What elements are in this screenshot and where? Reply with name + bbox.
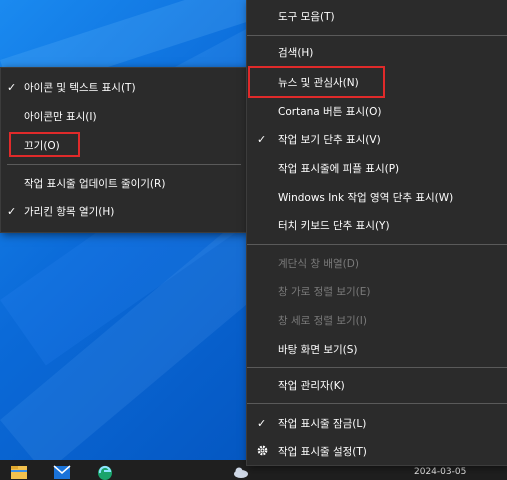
menu-item-search[interactable]: 검색(H) xyxy=(247,39,507,65)
menu-separator xyxy=(7,164,241,165)
menu-item-label: 창 가로 정렬 보기(E) xyxy=(278,285,371,298)
gear-icon xyxy=(257,445,268,456)
menu-item-cascade-windows: 계단식 창 배열(D) xyxy=(247,250,507,276)
menu-item-label: Cortana 버튼 표시(O) xyxy=(278,105,382,118)
menu-item-open-on-hover[interactable]: ✓ 가리킨 항목 열기(H) xyxy=(1,198,247,224)
menu-item-show-people[interactable]: 작업 표시줄에 피플 표시(P) xyxy=(247,155,507,181)
menu-item-label: 작업 표시줄에 피플 표시(P) xyxy=(278,162,400,175)
menu-item-show-cortana-button[interactable]: Cortana 버튼 표시(O) xyxy=(247,98,507,124)
menu-separator xyxy=(247,367,507,368)
edge-icon[interactable] xyxy=(96,463,114,480)
menu-item-label: Windows Ink 작업 영역 단추 표시(W) xyxy=(278,191,454,204)
weather-cloud-icon[interactable] xyxy=(232,464,250,480)
menu-item-label: 작업 표시줄 잠금(L) xyxy=(278,417,367,430)
checkmark-icon: ✓ xyxy=(7,204,17,218)
menu-item-label: 도구 모음(T) xyxy=(278,10,335,23)
menu-item-show-windows-stacked: 창 가로 정렬 보기(E) xyxy=(247,278,507,304)
menu-item-show-task-view-button[interactable]: ✓ 작업 보기 단추 표시(V) xyxy=(247,126,507,152)
menu-item-label: 작업 표시줄 업데이트 줄이기(R) xyxy=(24,177,166,190)
menu-item-taskbar-settings[interactable]: 작업 표시줄 설정(T) xyxy=(247,438,507,464)
menu-item-label: 가리킨 항목 열기(H) xyxy=(24,205,115,218)
checkmark-icon: ✓ xyxy=(257,416,267,430)
menu-item-label: 바탕 화면 보기(S) xyxy=(278,343,358,356)
menu-item-reduce-taskbar-updates[interactable]: 작업 표시줄 업데이트 줄이기(R) xyxy=(1,170,247,196)
highlight-box-turn-off xyxy=(9,132,80,157)
menu-item-lock-taskbar[interactable]: ✓ 작업 표시줄 잠금(L) xyxy=(247,410,507,436)
menu-item-show-touch-keyboard[interactable]: 터치 키보드 단추 표시(Y) xyxy=(247,212,507,238)
menu-item-label: 터치 키보드 단추 표시(Y) xyxy=(278,219,390,232)
menu-item-show-desktop[interactable]: 바탕 화면 보기(S) xyxy=(247,336,507,362)
menu-item-label: 작업 표시줄 설정(T) xyxy=(278,445,367,458)
menu-item-label: 작업 관리자(K) xyxy=(278,379,345,392)
menu-separator xyxy=(247,35,507,36)
menu-item-show-windows-ink[interactable]: Windows Ink 작업 영역 단추 표시(W) xyxy=(247,184,507,210)
menu-item-toolbars[interactable]: 도구 모음(T) xyxy=(247,3,507,29)
menu-item-label: 창 세로 정렬 보기(I) xyxy=(278,314,367,327)
highlight-box-news-and-interests xyxy=(248,66,385,98)
menu-item-label: 작업 보기 단추 표시(V) xyxy=(278,133,381,146)
menu-item-label: 아이콘 및 텍스트 표시(T) xyxy=(24,81,136,94)
menu-item-label: 아이콘만 표시(I) xyxy=(24,110,97,123)
checkmark-icon: ✓ xyxy=(257,132,267,146)
checkmark-icon: ✓ xyxy=(7,80,17,94)
menu-item-show-icon-and-text[interactable]: ✓ 아이콘 및 텍스트 표시(T) xyxy=(1,74,247,100)
folder-icon[interactable] xyxy=(10,463,28,480)
menu-separator xyxy=(247,403,507,404)
menu-item-task-manager[interactable]: 작업 관리자(K) xyxy=(247,372,507,398)
menu-item-show-icon-only[interactable]: 아이콘만 표시(I) xyxy=(1,103,247,129)
mail-icon[interactable] xyxy=(53,463,71,480)
menu-item-label: 검색(H) xyxy=(278,46,314,59)
menu-item-label: 계단식 창 배열(D) xyxy=(278,257,359,270)
menu-item-show-windows-side-by-side: 창 세로 정렬 보기(I) xyxy=(247,307,507,333)
taskbar-clock[interactable]: 2024-03-05 xyxy=(414,467,466,477)
menu-separator xyxy=(247,244,507,245)
